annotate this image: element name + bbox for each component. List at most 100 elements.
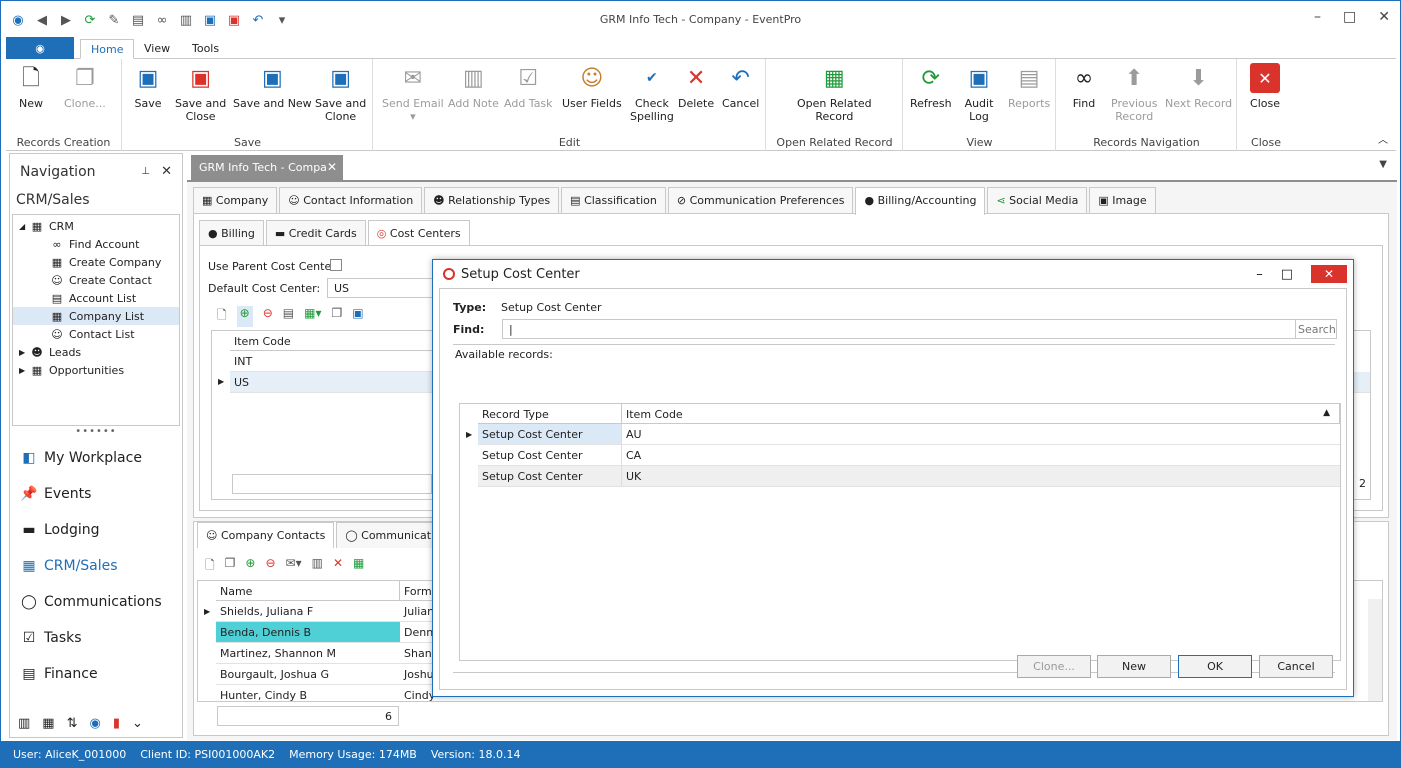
cancel-button[interactable]: ↶ Cancel (722, 63, 759, 110)
tab-relationship-types[interactable]: ☻ Relationship Types (424, 187, 560, 213)
table-cell[interactable]: UK (622, 466, 1340, 487)
table-row[interactable]: Hunter, Cindy B (216, 685, 400, 701)
remove-icon[interactable]: ⊖ (265, 556, 275, 577)
chart-icon[interactable]: ▮ (113, 716, 120, 731)
tree-item-company-list[interactable]: ▦ Company List (13, 307, 179, 325)
more-icon[interactable]: ⌄ (132, 716, 143, 731)
column-header-record-type[interactable]: Record Type (478, 404, 622, 424)
column-header-name[interactable]: Name (216, 581, 400, 601)
user-fields-button[interactable]: ☺ User Fields (562, 63, 622, 110)
ok-button[interactable]: OK (1178, 655, 1252, 678)
pin-icon[interactable]: ⊥ (141, 166, 150, 177)
print-icon[interactable]: ▤ (283, 306, 294, 327)
nav-crm-sales[interactable]: ▦ CRM/Sales (10, 548, 182, 584)
default-cost-center-field[interactable]: US (327, 278, 433, 298)
add-icon[interactable]: ⊕ (236, 306, 253, 327)
inventory-icon[interactable]: ▦ (42, 716, 54, 731)
info-icon[interactable]: ▣ (352, 306, 363, 327)
find-input[interactable]: | (502, 319, 1297, 339)
table-row[interactable]: Setup Cost Center (478, 424, 622, 445)
notes-icon[interactable]: ▥ (18, 716, 30, 731)
close-icon[interactable]: ✕ (327, 160, 337, 174)
send-email-button[interactable]: ✉ Send Email ▾ (382, 63, 444, 123)
splitter-grip[interactable]: •••••• (10, 426, 182, 440)
dialog-title-bar[interactable]: Setup Cost Center – □ ✕ (433, 260, 1353, 288)
new-icon[interactable]: 🗋 (217, 306, 227, 327)
delete-button[interactable]: ✕ Delete (678, 63, 714, 110)
column-header-item-code[interactable]: Item Code (622, 404, 1340, 424)
grid-filter-field[interactable] (232, 474, 432, 494)
tab-social-media[interactable]: ⋖ Social Media (987, 187, 1088, 213)
tab-contact-information[interactable]: ☺ Contact Information (279, 187, 423, 213)
new-icon[interactable]: 🗋 (205, 556, 215, 577)
table-row[interactable]: Bourgault, Joshua G (216, 664, 400, 685)
tab-view[interactable]: View (134, 39, 180, 59)
add-icon[interactable]: ⊕ (245, 556, 255, 577)
close-window-icon[interactable]: ✕ (1378, 9, 1390, 25)
save-and-clone-button[interactable]: ▣ Save and Clone (315, 63, 366, 123)
related-record-icon[interactable]: ▦ (353, 556, 364, 577)
tab-credit-cards[interactable]: ▬ Credit Cards (265, 220, 366, 245)
add-note-button[interactable]: ▥ Add Note (448, 63, 499, 110)
vertical-scrollbar[interactable] (1368, 599, 1382, 701)
transfer-icon[interactable]: ⇅ (67, 716, 78, 731)
cancel-button[interactable]: Cancel (1259, 655, 1333, 678)
dialog-close-button[interactable]: ✕ (1311, 265, 1347, 283)
table-row[interactable]: Setup Cost Center (478, 466, 622, 487)
envelope-icon[interactable]: ✉▾ (286, 556, 302, 577)
new-button[interactable]: 🗋 New (16, 63, 46, 110)
tab-home[interactable]: Home (80, 39, 135, 59)
save-and-new-button[interactable]: ▣ Save and New (233, 63, 312, 110)
export-icon[interactable]: ❐ (332, 306, 343, 327)
clone-button[interactable]: Clone... (1017, 655, 1091, 678)
clone-icon[interactable]: ❐ (225, 556, 236, 577)
close-record-button[interactable]: ✕ Close (1250, 63, 1280, 110)
app-menu-button[interactable]: ◉ (6, 37, 74, 59)
delete-icon[interactable]: ✕ (333, 556, 343, 577)
search-button[interactable]: Search (1295, 319, 1337, 339)
tab-billing-accounting[interactable]: ● Billing/Accounting (855, 187, 986, 215)
tree-item-contact-list[interactable]: ☺ Contact List (13, 325, 179, 343)
nav-tasks[interactable]: ☑ Tasks (10, 620, 182, 656)
note-icon[interactable]: ▥ (312, 556, 323, 577)
check-spelling-button[interactable]: ✔ Check Spelling (630, 63, 674, 124)
remove-icon[interactable]: ⊖ (263, 306, 273, 327)
tree-item-crm[interactable]: ◢ ▦ CRM (13, 217, 179, 235)
table-cell[interactable]: AU (622, 424, 1340, 445)
collapse-ribbon-icon[interactable]: ︿ (1378, 131, 1388, 146)
new-button[interactable]: New (1097, 655, 1171, 678)
table-row[interactable]: Setup Cost Center (478, 445, 622, 466)
tab-classification[interactable]: ▤ Classification (561, 187, 666, 213)
tab-tools[interactable]: Tools (182, 39, 229, 59)
nav-communications[interactable]: ◯ Communications (10, 584, 182, 620)
tree-item-opportunities[interactable]: ▶ ▦ Opportunities (13, 361, 179, 379)
reports-button[interactable]: ▤ Reports (1008, 63, 1050, 110)
nav-events[interactable]: 📌 Events (10, 476, 182, 512)
table-row[interactable]: Shields, Juliana F (216, 601, 400, 622)
column-header-item-code[interactable]: Item Code (230, 331, 442, 351)
tree-item-find-account[interactable]: ∞ Find Account (13, 235, 179, 253)
nav-finance[interactable]: ▤ Finance (10, 656, 182, 692)
tab-billing[interactable]: ● Billing (199, 220, 264, 245)
find-button[interactable]: ∞ Find (1069, 63, 1099, 110)
refresh-button[interactable]: ⟳ Refresh (910, 63, 952, 110)
document-tab[interactable]: GRM Info Tech - Compa ✕ (191, 155, 343, 181)
table-row[interactable]: Martinez, Shannon M (216, 643, 400, 664)
tree-item-leads[interactable]: ▶ ☻ Leads (13, 343, 179, 361)
save-and-close-button[interactable]: ▣ Save and Close (175, 63, 226, 123)
tab-cost-centers[interactable]: ◎ Cost Centers (367, 220, 470, 245)
open-related-record-button[interactable]: ▦ Open Related Record (797, 63, 872, 123)
tree-item-create-company[interactable]: ▦ Create Company (13, 253, 179, 271)
tree-item-account-list[interactable]: ▤ Account List (13, 289, 179, 307)
tab-image[interactable]: ▣ Image (1089, 187, 1156, 213)
tab-company[interactable]: ▦ Company (193, 187, 278, 213)
chevron-down-icon[interactable]: ▼ (1379, 159, 1387, 170)
table-row[interactable]: INT (230, 351, 442, 372)
maximize-icon[interactable]: □ (1281, 267, 1293, 282)
previous-record-button[interactable]: ⬆ Previous Record (1111, 63, 1158, 123)
nav-lodging[interactable]: ▬ Lodging (10, 512, 182, 548)
table-row[interactable]: Benda, Dennis B (216, 622, 400, 643)
minimize-icon[interactable]: – (1314, 9, 1321, 25)
close-icon[interactable]: ✕ (161, 164, 172, 179)
minimize-icon[interactable]: – (1256, 267, 1263, 282)
